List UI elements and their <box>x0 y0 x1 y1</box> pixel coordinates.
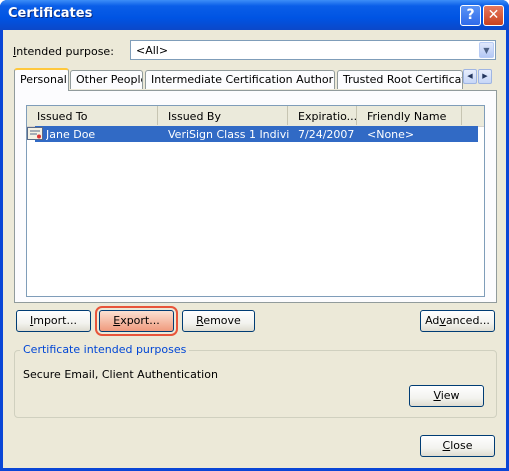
close-button[interactable]: Close <box>420 435 495 457</box>
store-tabs: Personal Other People Intermediate Certi… <box>14 68 492 91</box>
intended-purposes-title: Certificate intended purposes <box>20 343 190 356</box>
cell-friendly-name: <None> <box>367 128 415 141</box>
table-row[interactable]: Jane Doe VeriSign Class 1 Indivi... 7/24… <box>27 126 478 142</box>
intended-purposes-group: Certificate intended purposes Secure Ema… <box>14 343 497 418</box>
intended-purposes-value: Secure Email, Client Authentication <box>23 368 218 381</box>
remove-button[interactable]: Remove <box>182 310 255 332</box>
cell-issued-to: Jane Doe <box>46 128 96 141</box>
column-friendly-name[interactable]: Friendly Name <box>357 106 462 125</box>
column-expiration[interactable]: Expiratio... <box>288 106 357 125</box>
dialog-body: Intended purpose: <All> ▼ Personal Other… <box>3 30 506 468</box>
advanced-button[interactable]: Advanced... <box>420 310 495 332</box>
intended-purpose-dropdown[interactable]: <All> ▼ <box>130 40 496 60</box>
column-issued-to[interactable]: Issued To <box>27 106 158 125</box>
view-button[interactable]: View <box>409 385 484 407</box>
intended-purpose-label: Intended purpose: <box>13 45 114 58</box>
chevron-right-icon[interactable]: ▶ <box>478 69 492 84</box>
column-issued-by[interactable]: Issued By <box>158 106 288 125</box>
chevron-down-icon[interactable]: ▼ <box>479 42 494 58</box>
window-title: Certificates <box>8 6 93 21</box>
certificates-window: Certificates ? ✕ Intended purpose: <All>… <box>0 0 509 471</box>
help-icon[interactable]: ? <box>460 5 481 26</box>
list-header: Issued To Issued By Expiratio... Friendl… <box>27 106 484 127</box>
tab-other-people[interactable]: Other People <box>70 70 143 89</box>
cell-expiration: 7/24/2007 <box>298 128 355 141</box>
title-bar[interactable]: Certificates ? ✕ <box>0 0 509 30</box>
tab-personal[interactable]: Personal <box>14 68 69 91</box>
tab-pane: Issued To Issued By Expiratio... Friendl… <box>14 90 497 303</box>
tab-intermediate-ca[interactable]: Intermediate Certification Authorities <box>145 70 335 89</box>
certificate-list[interactable]: Issued To Issued By Expiratio... Friendl… <box>26 105 485 297</box>
cell-issued-by: VeriSign Class 1 Indivi... <box>168 128 290 141</box>
certificate-icon <box>27 127 43 140</box>
intended-purpose-value: <All> <box>136 44 169 57</box>
chevron-left-icon[interactable]: ◀ <box>463 69 477 84</box>
import-button[interactable]: Import... <box>16 310 91 332</box>
close-icon[interactable]: ✕ <box>483 5 504 26</box>
tab-trusted-root-ca[interactable]: Trusted Root Certification <box>337 70 463 89</box>
export-button[interactable]: Export... <box>95 306 178 336</box>
